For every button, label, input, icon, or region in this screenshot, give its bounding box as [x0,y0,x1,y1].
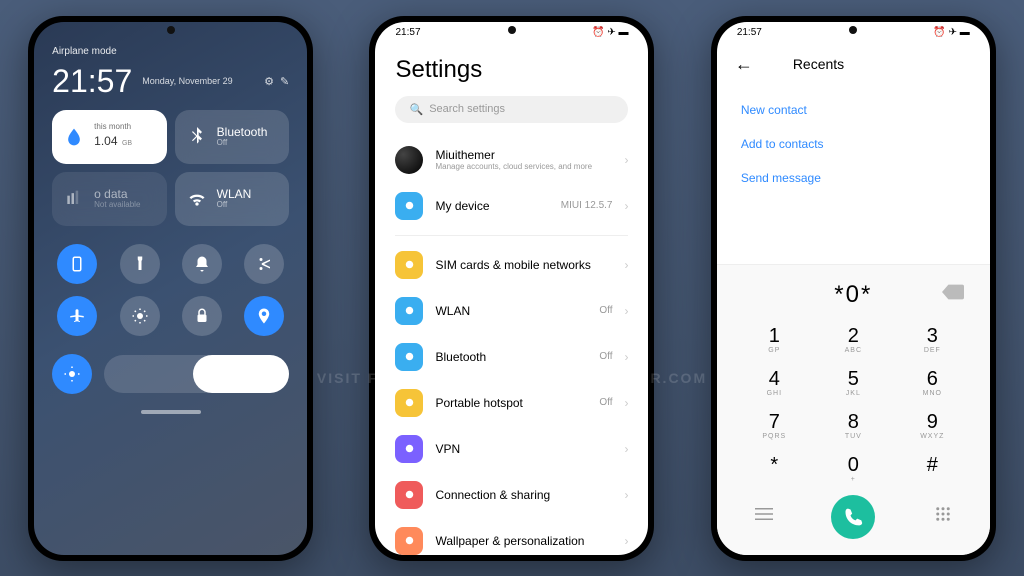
dial-key[interactable]: 4GHI [735,368,814,397]
clock-time: 21:57 [52,63,132,100]
bluetooth-tile[interactable]: BluetoothOff [175,110,290,164]
account-row[interactable]: MiuithemerManage accounts, cloud service… [375,137,648,183]
settings-row[interactable]: My device MIUI 12.5.7 › [375,183,648,229]
settings-item-label: Portable hotspot [435,396,587,410]
backspace-button[interactable] [942,284,964,305]
search-icon: 🔍 [409,103,423,116]
water-drop-icon [62,125,86,149]
settings-item-value: Off [599,397,612,408]
settings-item-value: Off [599,351,612,362]
scissors-toggle[interactable] [244,244,284,284]
settings-row[interactable]: Portable hotspot Off › [375,380,648,426]
dial-action[interactable]: Send message [717,161,990,195]
dial-key[interactable]: 7PQRS [735,411,814,440]
settings-item-value: MIUI 12.5.7 [561,200,613,211]
dial-action[interactable]: New contact [717,93,990,127]
rotation-toggle[interactable] [57,244,97,284]
call-button[interactable] [831,495,875,539]
dial-key[interactable]: 3DEF [893,325,972,354]
chevron-right-icon: › [624,304,628,318]
chevron-right-icon: › [624,534,628,548]
settings-icon[interactable]: ⚙ [264,75,274,88]
settings-row[interactable]: Connection & sharing › [375,472,648,518]
airplane-mode-label: Airplane mode [52,46,289,57]
settings-row[interactable]: WLAN Off › [375,288,648,334]
sim-data-tile[interactable]: o dataNot available [52,172,167,226]
dnd-toggle[interactable] [182,244,222,284]
chevron-right-icon: › [624,258,628,272]
menu-button[interactable] [755,505,773,528]
settings-item-icon [395,343,423,371]
lock-toggle[interactable] [182,296,222,336]
status-bar: 21:57⏰ ✈ ▬ [375,22,648,44]
chevron-right-icon: › [624,488,628,502]
dial-key[interactable]: 5JKL [814,368,893,397]
chevron-right-icon: › [624,350,628,364]
settings-item-label: VPN [435,442,600,456]
settings-row[interactable]: SIM cards & mobile networks › [375,242,648,288]
settings-item-icon [395,435,423,463]
settings-item-icon [395,251,423,279]
search-input[interactable]: 🔍 Search settings [395,96,628,123]
brightness-slider[interactable] [104,355,289,393]
watermark: VISIT FOR MORE THEMES - MIUITHEMER.COM [317,370,707,386]
dial-key[interactable]: * [735,454,814,483]
back-button[interactable]: ← [735,54,753,75]
settings-item-icon [395,192,423,220]
phone-control-center: Airplane mode 21:57 Monday, November 29 … [28,16,313,561]
header-icons[interactable]: ⚙ ✎ [264,75,289,88]
brightness-icon[interactable] [52,354,92,394]
settings-item-label: Wallpaper & personalization [435,534,600,548]
settings-item-value: Off [599,305,612,316]
chevron-right-icon: › [624,199,628,213]
chevron-right-icon: › [624,396,628,410]
data-usage-tile[interactable]: this month 1.04 GB [52,110,167,164]
clock-date: Monday, November 29 [142,76,254,86]
wifi-icon [185,187,209,211]
status-bar: 21:57⏰ ✈ ▬ [717,22,990,44]
settings-item-icon [395,389,423,417]
dial-key[interactable]: 1GP [735,325,814,354]
chevron-right-icon: › [624,442,628,456]
dial-action[interactable]: Add to contacts [717,127,990,161]
edit-icon[interactable]: ✎ [280,75,289,88]
flashlight-toggle[interactable] [120,244,160,284]
status-bar [34,22,307,44]
chevron-right-icon: › [624,153,628,167]
settings-row[interactable]: VPN › [375,426,648,472]
bluetooth-icon [185,125,209,149]
dial-key[interactable]: 9WXYZ [893,411,972,440]
phone-dialer: 21:57⏰ ✈ ▬ ← Recents New contactAdd to c… [711,16,996,561]
settings-row[interactable]: Wallpaper & personalization › [375,518,648,555]
dial-key[interactable]: 8TUV [814,411,893,440]
avatar-icon [395,146,423,174]
settings-item-icon [395,297,423,325]
settings-item-icon [395,481,423,509]
dial-key[interactable]: 6MNO [893,368,972,397]
dial-key[interactable]: 2ABC [814,325,893,354]
page-title: Settings [375,44,648,96]
page-title: Recents [793,56,844,72]
dial-input: *0* [834,281,872,309]
settings-item-icon [395,527,423,555]
dial-key[interactable]: # [893,454,972,483]
location-toggle[interactable] [244,296,284,336]
sun-toggle[interactable] [120,296,160,336]
dial-key[interactable]: 0+ [814,454,893,483]
phone-settings: 21:57⏰ ✈ ▬ Settings 🔍 Search settings Mi… [369,16,654,561]
sim-icon [62,187,86,211]
settings-item-label: WLAN [435,304,587,318]
settings-item-label: Bluetooth [435,350,587,364]
settings-item-label: Connection & sharing [435,488,600,502]
settings-item-label: My device [435,199,548,213]
wlan-tile[interactable]: WLANOff [175,172,290,226]
drag-handle[interactable] [141,410,201,414]
settings-item-label: SIM cards & mobile networks [435,258,600,272]
grid-button[interactable] [934,505,952,528]
airplane-toggle[interactable] [57,296,97,336]
